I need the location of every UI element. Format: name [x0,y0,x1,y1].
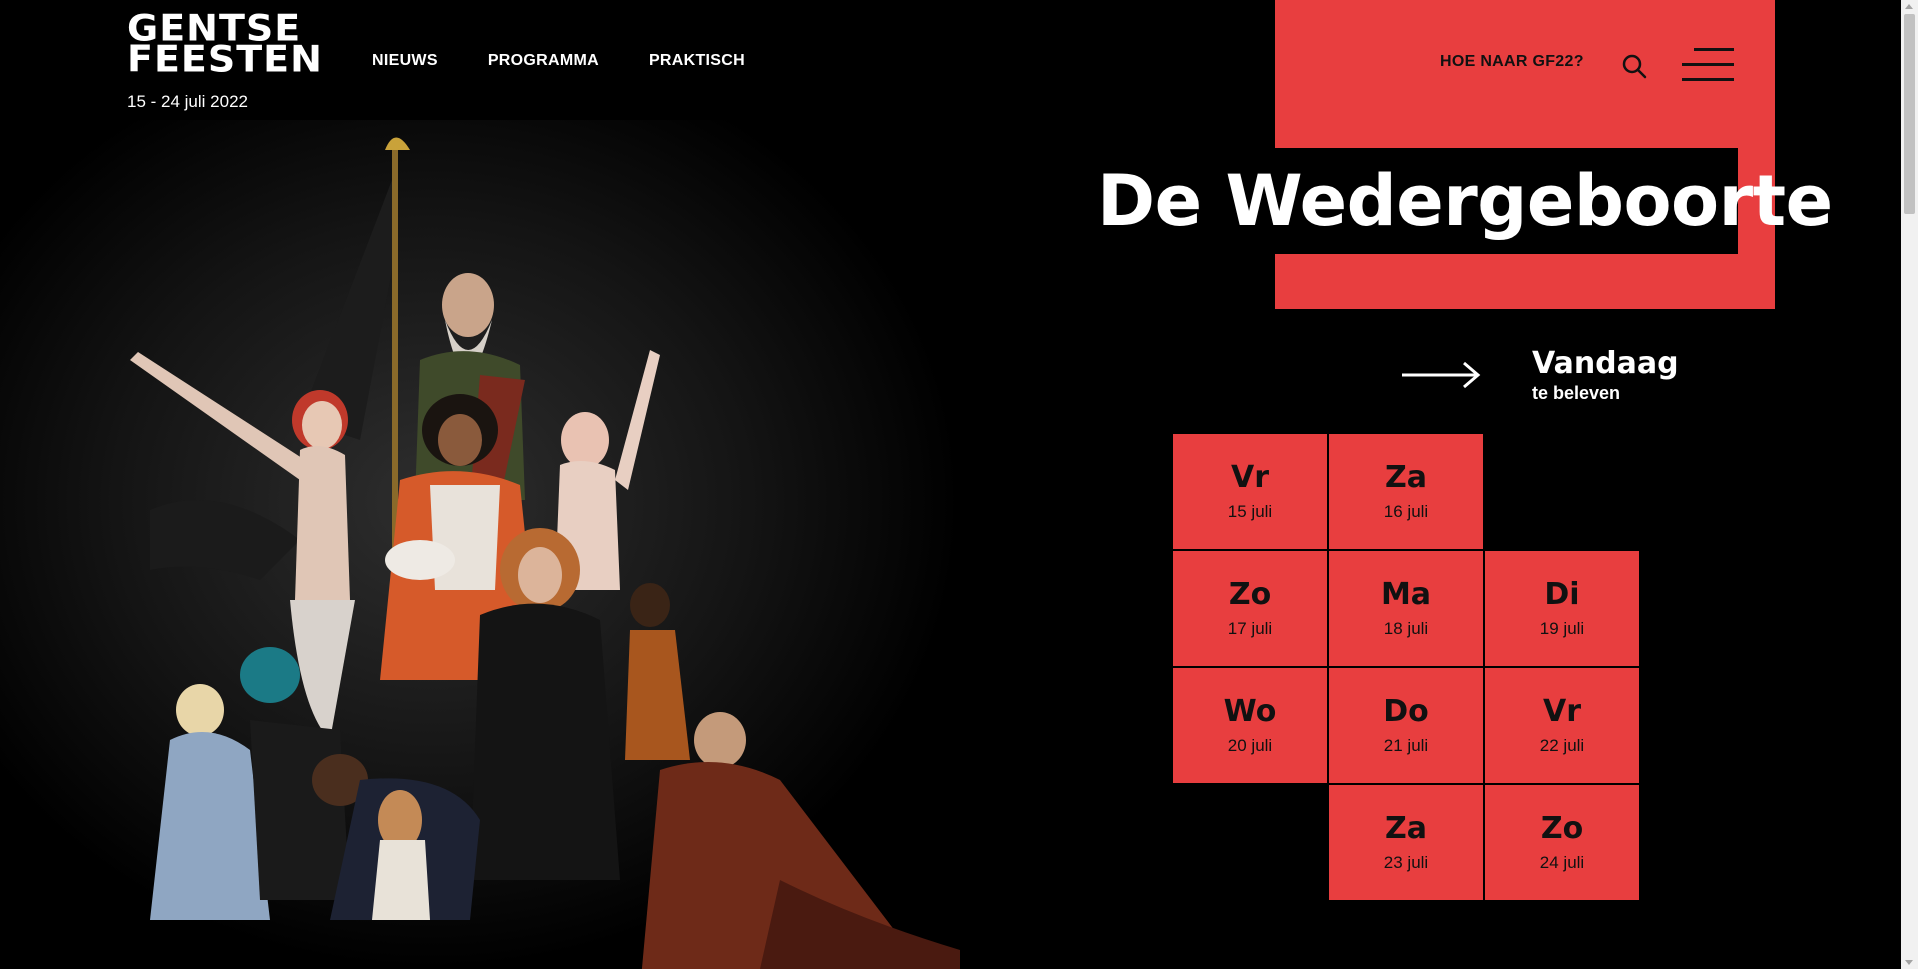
scrollbar-thumb[interactable] [1904,14,1915,214]
nav-item-praktisch[interactable]: PRAKTISCH [649,52,745,70]
day-date: 16 juli [1383,502,1429,521]
hamburger-menu-icon[interactable] [1682,48,1734,82]
day-name: Za [1385,811,1427,846]
day-tile-za-23[interactable]: Za 23 juli [1329,785,1483,900]
day-tile-wo-20[interactable]: Wo 20 juli [1173,668,1327,783]
day-tile-zo-24[interactable]: Zo 24 juli [1485,785,1639,900]
main-nav: NIEUWS PROGRAMMA PRAKTISCH [372,52,745,70]
day-tile-di-19[interactable]: Di 19 juli [1485,551,1639,666]
arrow-right-icon[interactable] [1400,360,1482,390]
day-name: Za [1385,460,1427,495]
day-tile-za-16[interactable]: Za 16 juli [1329,434,1483,549]
day-date: 18 juli [1383,619,1429,638]
nav-item-nieuws[interactable]: NIEUWS [372,52,438,70]
day-date: 15 juli [1227,502,1273,521]
site-logo[interactable]: GENTSE FEESTEN [127,10,323,81]
logo-line-2: FEESTEN [127,38,323,81]
day-date: 23 juli [1383,853,1429,872]
hoe-naar-link[interactable]: HOE NAAR GF22? [1440,53,1584,71]
day-name: Zo [1228,577,1272,612]
day-name: Zo [1540,811,1584,846]
day-name: Di [1544,577,1580,612]
day-date: 19 juli [1539,619,1585,638]
day-name: Do [1383,694,1429,729]
day-tile-zo-17[interactable]: Zo 17 juli [1173,551,1327,666]
page-scrollbar[interactable] [1901,0,1918,969]
hero-image [0,120,960,969]
day-name: Ma [1380,577,1432,612]
day-tile-do-21[interactable]: Do 21 juli [1329,668,1483,783]
today-sublabel[interactable]: te beleven [1532,383,1620,404]
day-tile-vr-15[interactable]: Vr 15 juli [1173,434,1327,549]
page-title: De Wedergeboorte [1097,160,1833,242]
day-name: Vr [1230,460,1269,495]
day-tile-vr-22[interactable]: Vr 22 juli [1485,668,1639,783]
day-date: 24 juli [1539,853,1585,872]
day-date: 17 juli [1227,619,1273,638]
festival-dates: 15 - 24 juli 2022 [127,92,248,111]
nav-item-programma[interactable]: PROGRAMMA [488,52,599,70]
search-icon[interactable] [1620,52,1648,80]
day-name: Vr [1542,694,1581,729]
scroll-down-icon[interactable] [1905,960,1913,965]
day-date: 20 juli [1227,736,1273,755]
day-tile-ma-18[interactable]: Ma 18 juli [1329,551,1483,666]
day-date: 22 juli [1539,736,1585,755]
today-label[interactable]: Vandaag [1532,346,1679,381]
day-name: Wo [1223,694,1277,729]
scroll-up-icon[interactable] [1905,4,1913,9]
day-date: 21 juli [1383,736,1429,755]
